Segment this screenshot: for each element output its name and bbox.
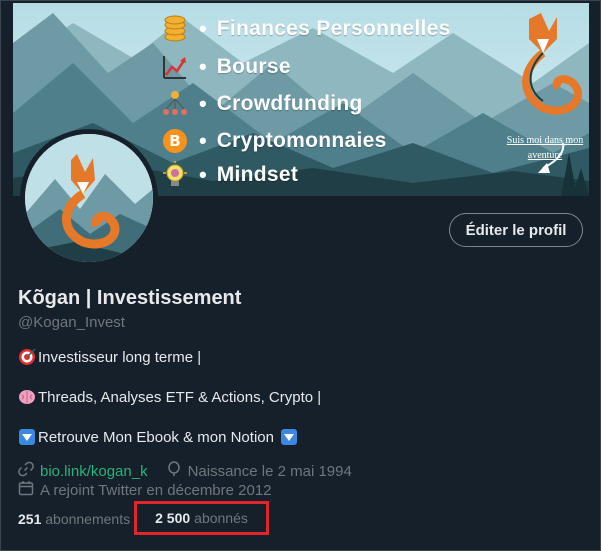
banner-note: Suis moi dans mon aventure <box>499 133 589 163</box>
profile-meta-row: bio.link/kogan_k Naissance le 2 mai 1994 <box>18 461 352 481</box>
following-label: abonnements <box>45 511 131 527</box>
bullet: • <box>199 128 207 153</box>
fox-avatar-icon <box>25 134 153 262</box>
bio-line: Investisseur long terme | <box>18 348 201 366</box>
lightbulb-brain-icon <box>161 161 189 189</box>
following-stat[interactable]: 251 abonnements <box>18 511 130 527</box>
coins-icon <box>161 15 189 43</box>
bullet: • <box>199 16 207 41</box>
target-icon <box>18 348 36 366</box>
avatar-image <box>25 134 153 262</box>
followers-count: 2 500 <box>155 510 191 526</box>
avatar[interactable] <box>20 129 158 267</box>
topic-mindset: • Mindset <box>161 161 298 189</box>
bullet: • <box>199 162 207 187</box>
topic-label: Finances Personnelles <box>216 17 451 40</box>
topic-crypto: B • Cryptomonnaies <box>161 127 387 155</box>
topic-label: Mindset <box>216 163 299 186</box>
bio-text: Investisseur long terme | <box>38 348 202 366</box>
banner-note-line: Suis moi dans mon <box>506 135 584 146</box>
topic-bourse: • Bourse <box>161 53 291 81</box>
bitcoin-icon: B <box>161 127 189 155</box>
people-network-icon <box>161 90 189 118</box>
following-count: 251 <box>18 511 42 527</box>
down-arrow-icon <box>280 428 298 446</box>
profile-link[interactable]: bio.link/kogan_k <box>40 463 148 480</box>
edit-profile-button[interactable]: Éditer le profil <box>449 213 583 247</box>
topic-label: Bourse <box>216 55 291 78</box>
profile-handle: @Kogan_Invest <box>18 314 125 331</box>
brain-icon <box>18 388 36 406</box>
topic-label: Cryptomonnaies <box>216 129 387 152</box>
chart-icon <box>161 53 189 81</box>
calendar-icon <box>18 480 34 500</box>
down-arrow-icon <box>18 428 36 446</box>
topic-label: Crowdfunding <box>216 92 363 115</box>
svg-text:B: B <box>169 132 180 150</box>
bullet: • <box>199 91 207 116</box>
link-icon <box>18 461 34 481</box>
followers-label: abonnés <box>194 510 248 526</box>
profile-page: • Finances Personnelles • Bourse • Crowd… <box>0 0 601 551</box>
followers-stat[interactable]: 2 500 abonnés <box>134 501 269 535</box>
birthday-text: Naissance le 2 mai 1994 <box>187 462 352 480</box>
bio-line: Retrouve Mon Ebook & mon Notion <box>18 428 298 446</box>
bullet: • <box>199 54 207 79</box>
bio-line: Threads, Analyses ETF & Actions, Crypto … <box>18 388 321 406</box>
bio-text: Threads, Analyses ETF & Actions, Crypto … <box>38 388 322 406</box>
joined-text: A rejoint Twitter en décembre 2012 <box>40 481 272 499</box>
balloon-icon <box>166 461 182 481</box>
bio-text: Retrouve Mon Ebook & mon Notion <box>38 428 274 446</box>
topic-finances: • Finances Personnelles <box>161 15 451 43</box>
topic-crowdfunding: • Crowdfunding <box>161 90 363 118</box>
banner-note-line: aventure <box>527 150 563 161</box>
profile-meta-row: A rejoint Twitter en décembre 2012 <box>18 480 272 500</box>
profile-name: Kõgan | Investissement <box>18 287 242 309</box>
